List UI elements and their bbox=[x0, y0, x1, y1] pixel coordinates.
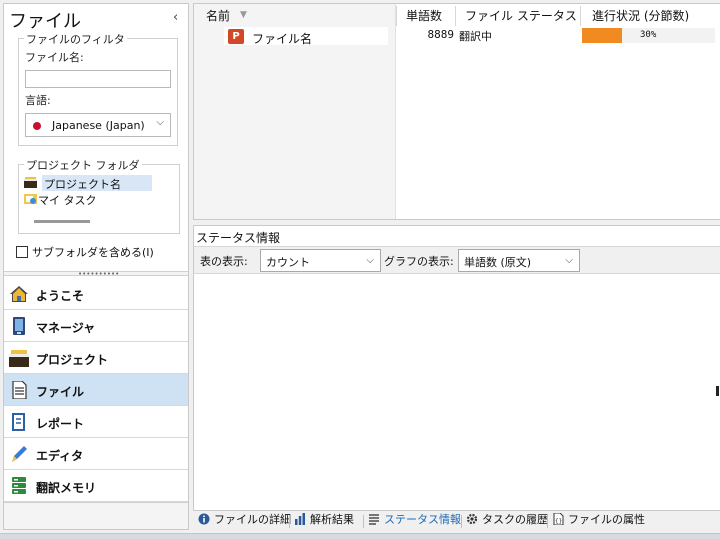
nav-item-editor[interactable]: エディタ bbox=[4, 438, 188, 470]
table-display-value: カウント bbox=[266, 256, 310, 269]
sort-down-icon[interactable]: ▼ bbox=[240, 10, 247, 20]
column-header-status[interactable]: ファイル ステータス bbox=[465, 7, 577, 24]
analysis-icon bbox=[295, 513, 305, 525]
tab-file-details[interactable]: ファイルの詳細 bbox=[198, 511, 291, 531]
tab-divider bbox=[289, 515, 290, 528]
detail-tabs: ファイルの詳細 解析結果 ステータス情報 タスクの履歴 {} ファイルの属性 bbox=[193, 511, 720, 531]
nav-item-label: ようこそ bbox=[36, 289, 85, 303]
tab-analysis[interactable]: 解析結果 bbox=[294, 511, 354, 531]
files-navigation-panel: ファイル ‹ ファイルのフィルタ ファイル名: 言語: Japanese (Ja… bbox=[3, 3, 189, 530]
chevron-down-icon: ⌵ bbox=[565, 255, 573, 266]
language-select[interactable]: Japanese (Japan) ⌵ bbox=[25, 113, 171, 137]
report-icon bbox=[12, 413, 25, 431]
powerpoint-file-icon: P bbox=[228, 29, 244, 44]
file-icon bbox=[12, 381, 27, 399]
include-subfolders-label: サブフォルダを含める(I) bbox=[32, 246, 154, 259]
japan-flag-icon bbox=[33, 122, 41, 130]
include-subfolders-checkbox[interactable]: サブフォルダを含める(I) bbox=[16, 244, 154, 260]
navigation-list: ようこそ マネージャ プロジェクト ファイル レポート エディタ 翻訳メモリ bbox=[4, 278, 188, 502]
language-select-value: Japanese (Japan) bbox=[52, 119, 145, 132]
tab-label: ステータス情報 bbox=[384, 513, 461, 526]
svg-text:{}: {} bbox=[555, 518, 562, 525]
chevron-down-icon: ⌵ bbox=[366, 255, 374, 266]
manager-icon bbox=[13, 317, 25, 335]
tab-status-info[interactable]: ステータス情報 bbox=[368, 511, 461, 531]
filename-label: ファイル名: bbox=[25, 51, 84, 64]
nav-item-label: レポート bbox=[36, 417, 85, 431]
tree-item-project[interactable]: プロジェクト名 bbox=[22, 175, 166, 191]
column-divider[interactable] bbox=[580, 6, 581, 26]
file-filter-group: ファイルのフィルタ ファイル名: 言語: Japanese (Japan) ⌵ bbox=[18, 31, 178, 146]
column-divider[interactable] bbox=[396, 6, 397, 26]
progress-bar-fill bbox=[582, 28, 622, 43]
status-list-icon bbox=[369, 514, 379, 525]
file-status: 翻訳中 bbox=[459, 30, 492, 43]
graph-display-select[interactable]: 単語数 (原文) ⌵ bbox=[458, 249, 580, 272]
nav-item-label: 翻訳メモリ bbox=[36, 481, 97, 495]
nav-item-files[interactable]: ファイル bbox=[4, 374, 188, 406]
column-divider[interactable] bbox=[455, 6, 456, 26]
project-icon bbox=[9, 350, 29, 367]
window-status-bar bbox=[0, 533, 720, 539]
nav-item-welcome[interactable]: ようこそ bbox=[4, 278, 188, 310]
status-info-panel: ステータス情報 表の表示: カウント ⌵ グラフの表示: 単語数 (原文) ⌵ bbox=[193, 225, 720, 511]
home-icon bbox=[10, 286, 28, 302]
file-list-table: 名前 ▼ 単語数 ファイル ステータス 進行状況 (分節数) P ファイル名 8… bbox=[193, 3, 720, 220]
chevron-down-icon: ⌵ bbox=[156, 117, 164, 128]
column-header-words[interactable]: 単語数 bbox=[406, 7, 442, 24]
tab-divider bbox=[547, 515, 548, 528]
file-name: ファイル名 bbox=[252, 32, 313, 46]
file-properties-icon: {} bbox=[553, 513, 564, 525]
nav-item-reports[interactable]: レポート bbox=[4, 406, 188, 438]
nav-item-label: ファイル bbox=[36, 385, 85, 399]
panel-splitter[interactable]: •••••••••• bbox=[4, 270, 188, 278]
language-label: 言語: bbox=[25, 94, 51, 107]
nav-item-label: プロジェクト bbox=[36, 353, 109, 367]
translation-memory-icon bbox=[12, 477, 26, 494]
table-display-label: 表の表示: bbox=[200, 255, 248, 268]
editor-icon bbox=[12, 446, 27, 462]
status-info-toolbar: 表の表示: カウント ⌵ グラフの表示: 単語数 (原文) ⌵ bbox=[194, 246, 720, 274]
column-header-name[interactable]: 名前 bbox=[206, 7, 230, 24]
tab-file-properties[interactable]: {} ファイルの属性 bbox=[552, 511, 645, 531]
project-folder-icon bbox=[24, 177, 37, 188]
tab-divider bbox=[363, 515, 364, 528]
tree-item-my-tasks[interactable]: マイ タスク bbox=[22, 191, 166, 207]
tab-label: ファイルの属性 bbox=[568, 513, 645, 526]
grip-dots-icon: •••••••••• bbox=[78, 270, 120, 278]
nav-item-project[interactable]: プロジェクト bbox=[4, 342, 188, 374]
filename-filter-input[interactable] bbox=[25, 70, 171, 88]
word-count: 8889 bbox=[427, 28, 455, 41]
table-display-select[interactable]: カウント ⌵ bbox=[260, 249, 381, 272]
file-filter-legend: ファイルのフィルタ bbox=[24, 31, 127, 47]
panel-title: ファイル bbox=[9, 11, 81, 32]
status-info-title: ステータス情報 bbox=[196, 231, 281, 245]
project-folder-legend: プロジェクト フォルダ bbox=[24, 157, 142, 173]
tab-label: 解析結果 bbox=[310, 513, 354, 526]
progress-bar: 30% bbox=[582, 28, 715, 43]
nav-item-manager[interactable]: マネージャ bbox=[4, 310, 188, 342]
graph-display-value: 単語数 (原文) bbox=[464, 256, 532, 269]
graph-display-label: グラフの表示: bbox=[384, 255, 454, 268]
info-icon bbox=[198, 513, 210, 525]
nav-item-label: マネージャ bbox=[36, 321, 96, 335]
tab-label: タスクの履歴 bbox=[482, 513, 548, 526]
checkbox-box[interactable] bbox=[16, 246, 28, 258]
chevron-left-icon[interactable]: ‹ bbox=[173, 10, 178, 25]
tree-item-label: マイ タスク bbox=[38, 194, 97, 207]
nav-item-translation-memory[interactable]: 翻訳メモリ bbox=[4, 470, 188, 502]
gear-icon bbox=[466, 513, 478, 525]
project-folder-group: プロジェクト フォルダ プロジェクト名 マイ タスク bbox=[18, 157, 180, 234]
column-header-progress[interactable]: 進行状況 (分節数) bbox=[592, 7, 689, 24]
tree-horizontal-scrollbar[interactable] bbox=[34, 220, 90, 223]
scroll-marker[interactable] bbox=[716, 386, 719, 396]
nav-item-label: エディタ bbox=[36, 449, 84, 463]
project-folder-tree: プロジェクト名 マイ タスク bbox=[22, 173, 166, 223]
tab-task-history[interactable]: タスクの履歴 bbox=[466, 511, 548, 531]
tab-divider bbox=[461, 515, 462, 528]
tab-label: ファイルの詳細 bbox=[214, 513, 291, 526]
tree-item-label: プロジェクト名 bbox=[42, 175, 152, 191]
progress-percent: 30% bbox=[640, 30, 657, 40]
navigation-footer bbox=[4, 502, 188, 529]
